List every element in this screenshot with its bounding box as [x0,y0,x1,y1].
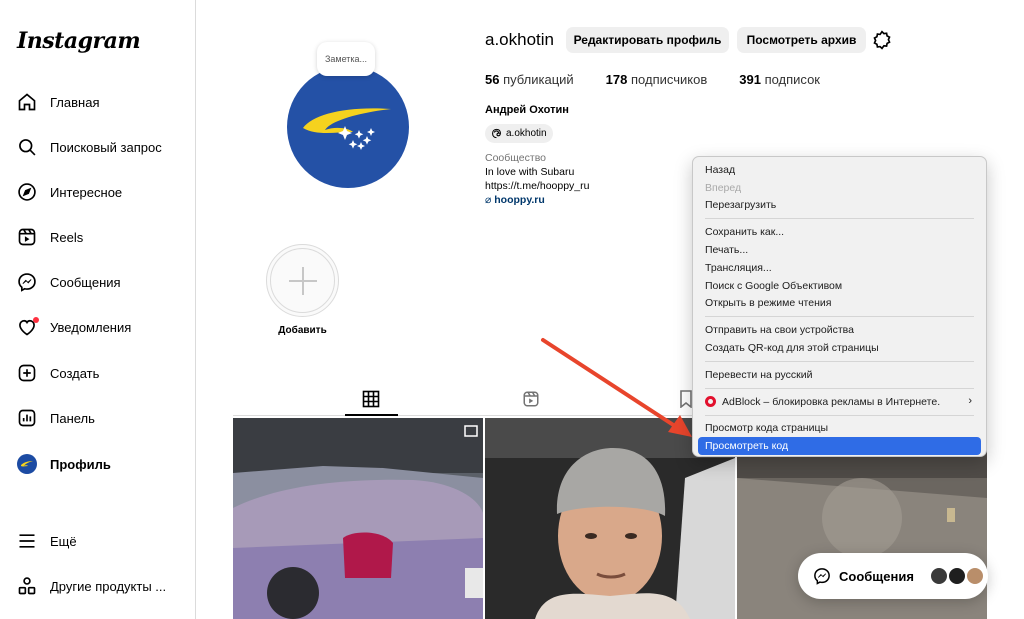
menu-item-save-as[interactable]: Сохранить как... [698,223,981,241]
menu-item-inspect[interactable]: Просмотреть код [698,437,981,456]
context-menu: Назад Вперед Перезагрузить Сохранить как… [692,156,987,457]
avatar [947,566,967,586]
messages-label: Сообщения [839,568,914,584]
menu-separator [705,387,974,389]
menu-item-reading-mode[interactable]: Открыть в режиме чтения [698,295,981,313]
avatar [929,566,949,586]
menu-item-forward: Вперед [705,181,742,194]
menu-item-adblock[interactable]: AdBlock – блокировка рекламы в Интернете… [698,393,981,411]
menu-separator [705,414,974,416]
menu-separator [705,218,974,220]
menu-item-google-lens[interactable]: Поиск с Google Объективом [698,277,981,295]
menu-item-translate[interactable]: Перевести на русский [698,366,981,384]
chevron-right-icon: › [968,394,972,407]
menu-item-qr-code[interactable]: Создать QR-код для этой страницы [698,339,981,357]
menu-item-reload[interactable]: Перезагрузить [698,197,981,215]
menu-item-print[interactable]: Печать... [698,241,981,259]
menu-separator [705,360,974,362]
messenger-icon [814,568,830,585]
menu-item-label: AdBlock – блокировка рекламы в Интернете… [722,395,941,408]
menu-item-view-source[interactable]: Просмотр кода страницы [698,420,981,438]
menu-item-back[interactable]: Назад [698,161,981,179]
menu-separator [705,316,974,318]
avatar [965,566,985,586]
adblock-icon [705,396,716,408]
menu-item-send-to-devices[interactable]: Отправить на свои устройства [698,321,981,339]
menu-item-cast[interactable]: Трансляция... [698,259,981,277]
